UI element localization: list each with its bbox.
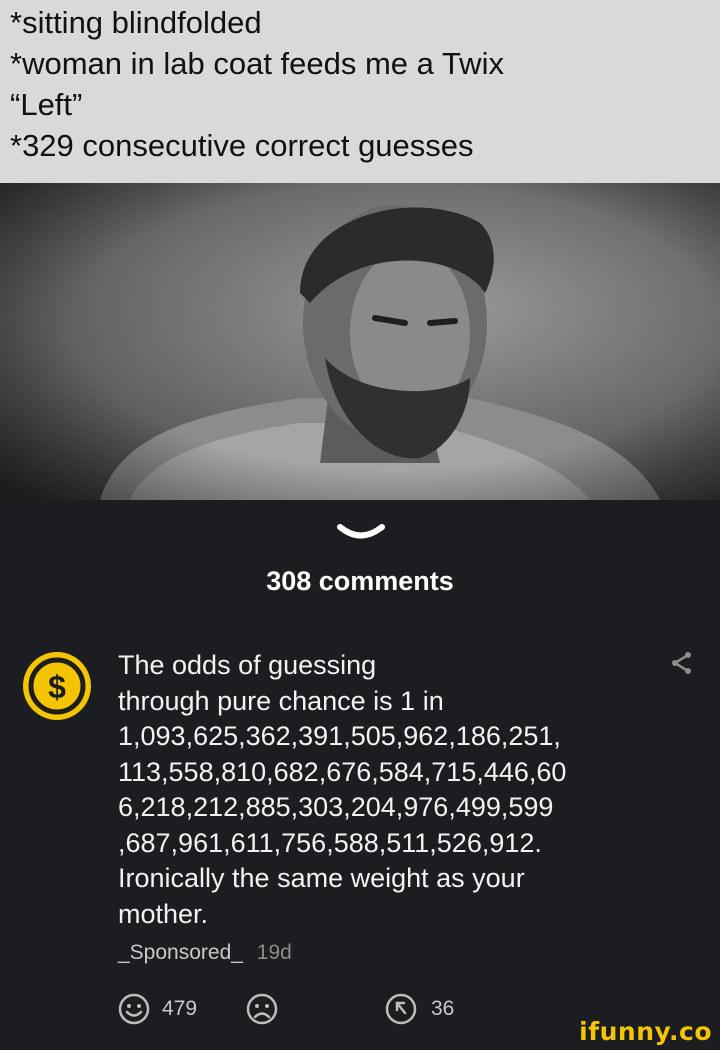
comment-line: mother. <box>118 898 209 929</box>
dollar-coin-icon[interactable]: $ <box>21 650 93 722</box>
reply-count: 36 <box>431 997 455 1020</box>
caption-line: *329 consecutive correct guesses <box>10 128 474 163</box>
smile-icon[interactable] <box>117 992 151 1026</box>
caption-line: *sitting blindfolded <box>10 5 262 40</box>
caption-line: *woman in lab coat feeds me a Twix <box>10 46 504 81</box>
smile-count: 479 <box>162 997 198 1020</box>
meme-caption: *sitting blindfolded *woman in lab coat … <box>0 0 720 183</box>
comment-line: 113,558,810,682,676,584,715,446,60 <box>118 756 567 787</box>
meme-photo <box>0 183 720 500</box>
man-portrait-image <box>0 183 720 500</box>
svg-text:$: $ <box>48 669 66 705</box>
comment-line: The odds of guessing <box>118 650 377 680</box>
reply-icon[interactable] <box>384 992 418 1026</box>
comment-line: ,687,961,611,756,588,511,526,912. <box>118 827 542 858</box>
share-icon[interactable] <box>669 651 693 675</box>
caption-line: “Left” <box>10 87 83 122</box>
ifunny-logo: ifunny.co <box>579 1017 712 1046</box>
comment-author[interactable]: _Sponsored_ <box>118 941 243 964</box>
comment-body: The odds of guessing through pure chance… <box>118 648 618 932</box>
comment-line: Ironically the same weight as your <box>118 863 525 893</box>
comment-line: through pure chance is 1 in <box>118 685 444 716</box>
comment-time: 19d <box>256 941 292 964</box>
unsmile-icon[interactable] <box>245 992 279 1026</box>
comment-line: 6,218,212,885,303,204,976,499,599 <box>118 792 554 822</box>
comments-count: 308 comments <box>266 566 454 596</box>
comment-meta: _Sponsored_ 19d <box>118 941 292 965</box>
chevron-down-icon[interactable] <box>336 522 386 544</box>
comment-line: 1,093,625,362,391,505,962,186,251, <box>118 721 561 751</box>
